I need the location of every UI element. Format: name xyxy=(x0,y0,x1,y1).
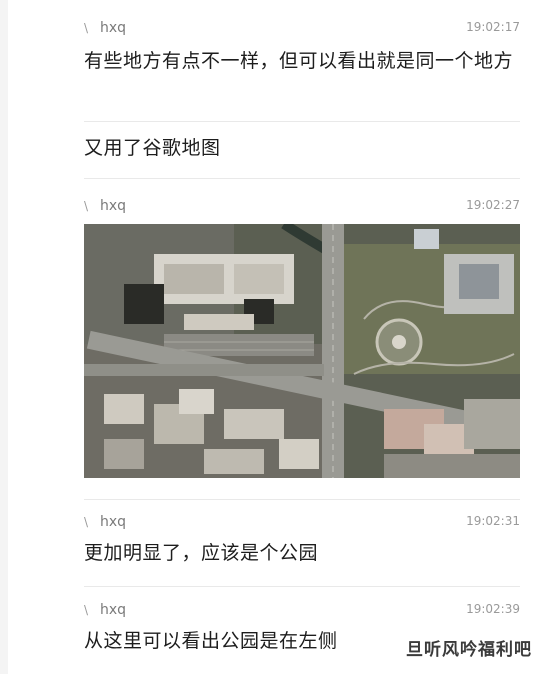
satellite-map-image[interactable] xyxy=(84,224,520,478)
chat-message[interactable]: \ hxq 19:02:17 有些地方有点不一样，但可以看出就是同一个地方 xyxy=(84,20,520,77)
chat-message[interactable]: \ hxq 19:02:27 xyxy=(84,198,520,218)
sender-mark-icon: \ xyxy=(84,21,89,35)
message-text: 又用了谷歌地图 xyxy=(84,137,221,159)
sender-mark-icon: \ xyxy=(84,603,89,617)
sender-mark-icon: \ xyxy=(84,515,89,529)
watermark: 旦听风吟福利吧 xyxy=(406,640,532,660)
left-edge-strip xyxy=(0,0,8,674)
chat-log-page: \ hxq 19:02:17 有些地方有点不一样，但可以看出就是同一个地方 又用… xyxy=(0,0,540,674)
message-meta: \ hxq 19:02:27 xyxy=(84,198,520,218)
sender: \ hxq xyxy=(84,514,126,530)
message-meta: \ hxq 19:02:17 xyxy=(84,20,520,40)
sender-name: hxq xyxy=(100,198,127,214)
message-time: 19:02:17 xyxy=(466,20,520,34)
message-time: 19:02:31 xyxy=(466,514,520,528)
sender: \ hxq xyxy=(84,20,126,36)
divider xyxy=(84,178,520,179)
message-text: 有些地方有点不一样，但可以看出就是同一个地方 xyxy=(84,50,514,72)
message-time: 19:02:27 xyxy=(466,198,520,212)
chat-message[interactable]: \ hxq 19:02:31 更加明显了，应该是个公园 xyxy=(84,514,520,569)
sender-name: hxq xyxy=(100,20,127,36)
message-text: 更加明显了，应该是个公园 xyxy=(84,542,319,564)
message-meta: \ hxq 19:02:31 xyxy=(84,514,520,534)
divider xyxy=(84,121,520,122)
divider xyxy=(84,499,520,500)
sender: \ hxq xyxy=(84,198,126,214)
message-meta: \ hxq 19:02:39 xyxy=(84,602,520,622)
sender: \ hxq xyxy=(84,602,126,618)
divider xyxy=(84,586,520,587)
satellite-map-graphic xyxy=(84,224,520,478)
message-time: 19:02:39 xyxy=(466,602,520,616)
sender-name: hxq xyxy=(100,602,127,618)
sender-mark-icon: \ xyxy=(84,199,89,213)
chat-message[interactable]: 又用了谷歌地图 xyxy=(84,133,520,164)
sender-name: hxq xyxy=(100,514,127,530)
